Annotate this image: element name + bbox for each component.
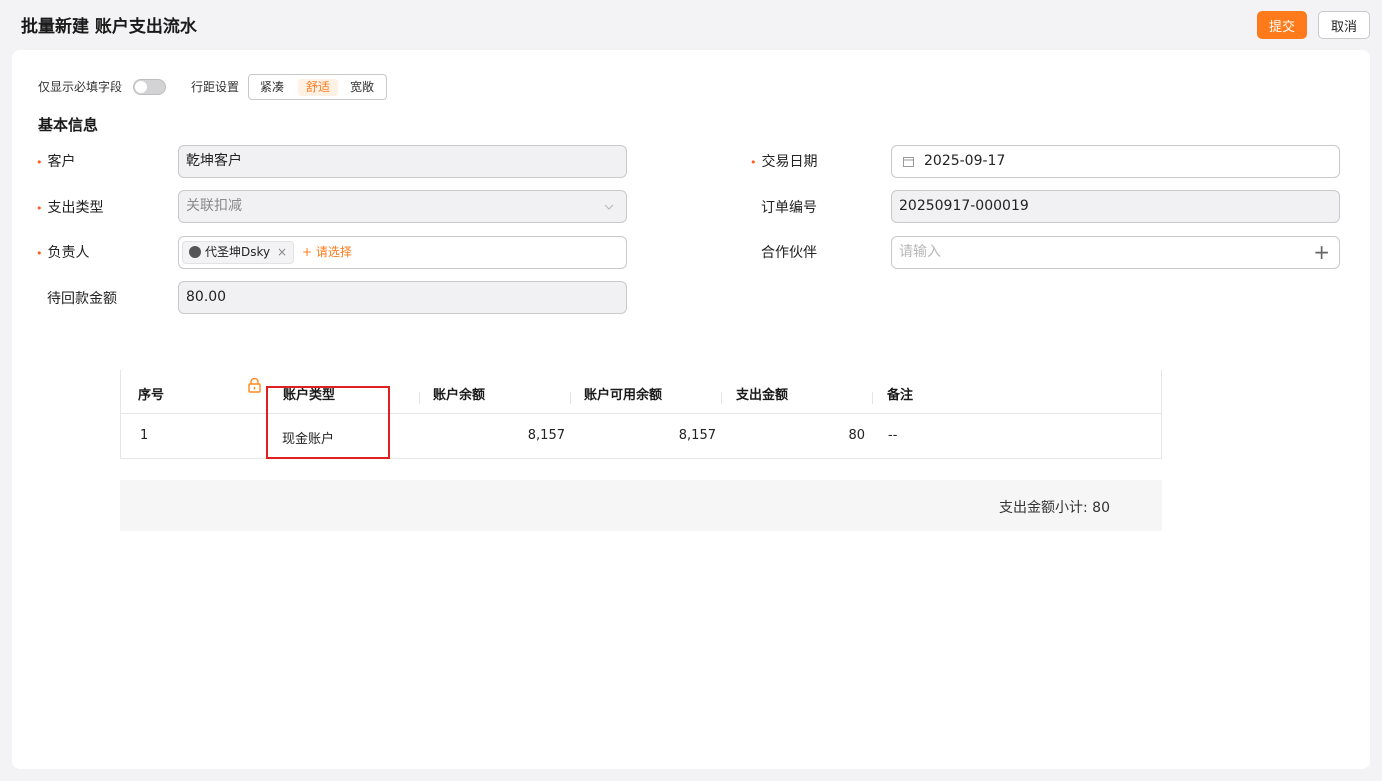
toggle-knob: [135, 81, 147, 93]
order-no-field[interactable]: 20250917-000019: [891, 190, 1340, 223]
pending-amount-value: 80.00: [186, 289, 227, 305]
row-spacing-comfortable[interactable]: 舒适: [298, 79, 338, 96]
section-title: 基本信息: [38, 116, 99, 134]
required-mark: •: [36, 247, 43, 260]
cell-index: 1: [140, 428, 149, 443]
required-only-toggle[interactable]: [133, 79, 166, 95]
trade-date-picker[interactable]: 2025-09-17: [891, 145, 1340, 178]
expense-type-value: 关联扣减: [186, 198, 242, 214]
required-only-label: 仅显示必填字段: [38, 80, 123, 94]
trade-date-value: 2025-09-17: [924, 153, 1006, 169]
row-spacing-loose[interactable]: 宽敞: [347, 79, 377, 96]
customer-field[interactable]: 乾坤客户: [178, 145, 627, 178]
row-spacing-compact[interactable]: 紧凑: [257, 79, 287, 96]
calendar-icon: [903, 157, 914, 167]
row-spacing-label: 行距设置: [191, 80, 240, 94]
lock-icon[interactable]: [248, 378, 261, 393]
partner-label: 合作伙伴: [761, 245, 817, 261]
column-divider: [872, 392, 873, 404]
customer-label: • 客户: [36, 154, 76, 170]
add-owner-link[interactable]: + 请选择: [302, 237, 352, 268]
owner-field[interactable]: 代圣坤Dsky × + 请选择: [178, 236, 627, 269]
cell-available: 8,157: [678, 428, 716, 443]
plus-icon[interactable]: +: [1313, 237, 1330, 268]
pending-amount-field[interactable]: 80.00: [178, 281, 627, 314]
cell-note[interactable]: --: [888, 428, 897, 443]
required-mark: •: [36, 156, 43, 169]
expense-type-select[interactable]: 关联扣减: [178, 190, 627, 223]
pending-amount-label: 待回款金额: [47, 291, 117, 307]
summary-bar: 支出金额小计: 80: [120, 480, 1162, 531]
order-no-label: 订单编号: [761, 200, 817, 216]
expense-type-label: • 支出类型: [36, 200, 104, 216]
column-divider: [721, 392, 722, 404]
highlight-box: [266, 386, 390, 459]
required-mark: •: [36, 202, 43, 215]
cell-amount[interactable]: 80: [761, 428, 865, 443]
close-icon[interactable]: ×: [277, 245, 287, 259]
form-card: 仅显示必填字段 行距设置 紧凑 舒适 宽敞 基本信息 • 客户 乾坤客户 • 支出类…: [12, 50, 1370, 769]
order-no-value: 20250917-000019: [899, 198, 1029, 214]
submit-button[interactable]: 提交: [1257, 11, 1307, 39]
required-mark: •: [750, 156, 757, 169]
owner-tag: 代圣坤Dsky ×: [182, 241, 295, 264]
col-amount: 支出金额: [736, 388, 789, 403]
column-divider: [570, 392, 571, 404]
col-note: 备注: [887, 388, 914, 403]
partner-field[interactable]: 请输入 +: [891, 236, 1340, 269]
chevron-down-icon: [604, 204, 614, 210]
amount-subtotal: 支出金额小计: 80: [999, 500, 1110, 516]
avatar: [189, 246, 201, 258]
col-balance: 账户余额: [433, 388, 486, 403]
owner-tag-label: 代圣坤Dsky: [205, 245, 271, 259]
row-spacing-segmented: 紧凑 舒适 宽敞: [248, 74, 387, 100]
owner-label: • 负责人: [36, 245, 90, 261]
customer-value: 乾坤客户: [186, 153, 242, 169]
cancel-button[interactable]: 取消: [1318, 11, 1370, 39]
page-title: 批量新建 账户支出流水: [21, 17, 197, 37]
trade-date-label: • 交易日期: [750, 154, 818, 170]
partner-placeholder: 请输入: [899, 244, 941, 260]
cell-balance: 8,157: [527, 428, 565, 443]
column-divider: [419, 392, 420, 404]
col-available: 账户可用余额: [584, 388, 663, 403]
top-bar: 批量新建 账户支出流水 提交 取消: [0, 0, 1382, 50]
col-index: 序号: [138, 388, 165, 403]
